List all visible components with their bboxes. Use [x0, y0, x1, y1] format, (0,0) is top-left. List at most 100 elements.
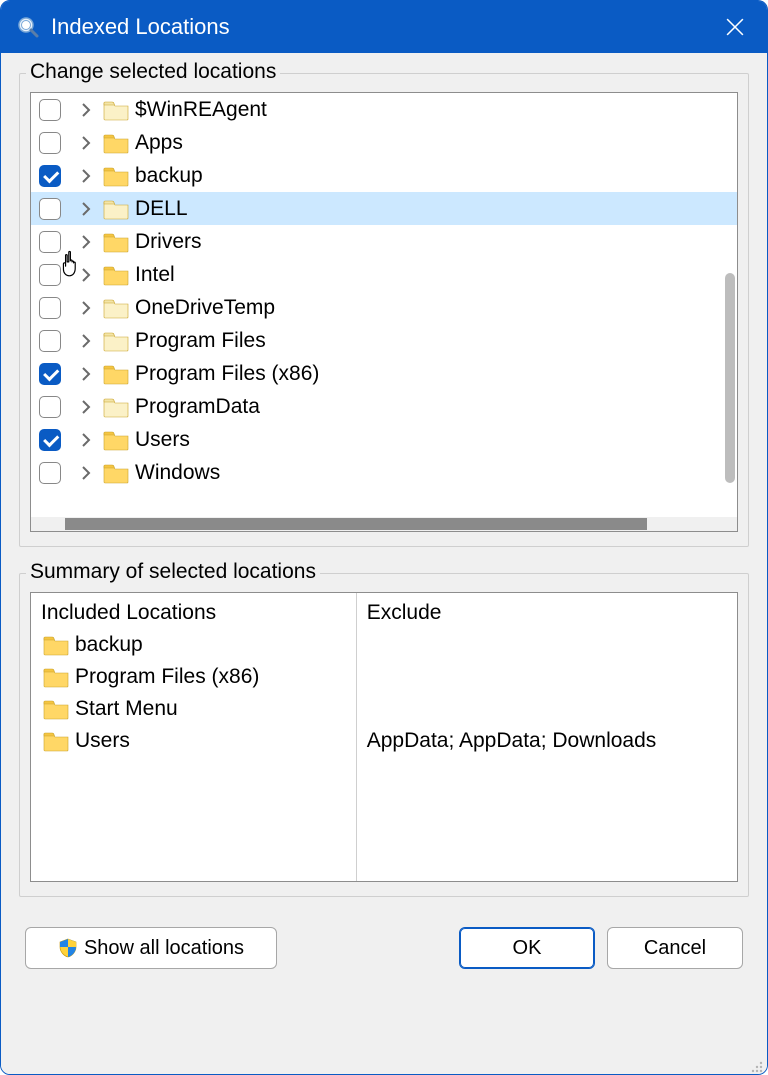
tree-row[interactable]: Intel — [31, 258, 737, 291]
tree-row[interactable]: $WinREAgent — [31, 93, 737, 126]
exclude-location-row[interactable]: AppData; AppData; Downloads — [367, 725, 727, 757]
cancel-button[interactable]: Cancel — [607, 927, 743, 969]
tree-row[interactable]: Drivers — [31, 225, 737, 258]
cancel-label: Cancel — [644, 937, 706, 960]
tree-row[interactable]: Program Files (x86) — [31, 357, 737, 390]
exclude-header: Exclude — [367, 601, 727, 625]
chevron-right-icon[interactable] — [77, 200, 95, 218]
folder-icon — [103, 231, 129, 253]
exclude-location-row[interactable] — [367, 661, 727, 693]
change-locations-group: Change selected locations $WinREAgent Ap… — [19, 73, 749, 547]
tree-row-label: Apps — [135, 131, 183, 155]
change-locations-legend: Change selected locations — [26, 60, 280, 84]
tree-row-label: Users — [135, 428, 190, 452]
horizontal-scrollbar[interactable] — [31, 517, 737, 531]
tree-row[interactable]: Program Files — [31, 324, 737, 357]
locations-tree[interactable]: $WinREAgent Apps backup DELL Drivers Int… — [30, 92, 738, 532]
included-location-label: Program Files (x86) — [75, 665, 259, 689]
tree-row[interactable]: Apps — [31, 126, 737, 159]
folder-icon — [103, 198, 129, 220]
tree-row-label: backup — [135, 164, 203, 188]
dialog-body: Change selected locations $WinREAgent Ap… — [1, 53, 767, 1074]
tree-row-label: Program Files — [135, 329, 266, 353]
exclude-location-label: AppData; AppData; Downloads — [367, 729, 657, 753]
chevron-right-icon[interactable] — [77, 365, 95, 383]
tree-row-checkbox[interactable] — [39, 429, 61, 451]
close-button[interactable] — [713, 1, 757, 53]
included-location-row[interactable]: Program Files (x86) — [41, 661, 346, 693]
tree-row[interactable]: Users — [31, 423, 737, 456]
summary-panel: Included Locations backup Program Files … — [30, 592, 738, 882]
summary-legend: Summary of selected locations — [26, 560, 320, 584]
ok-button[interactable]: OK — [459, 927, 595, 969]
included-location-label: Start Menu — [75, 697, 178, 721]
folder-icon — [103, 429, 129, 451]
tree-row-checkbox[interactable] — [39, 165, 61, 187]
tree-row-label: DELL — [135, 197, 188, 221]
tree-row-checkbox[interactable] — [39, 297, 61, 319]
horizontal-scrollbar-thumb[interactable] — [65, 518, 647, 530]
folder-icon — [43, 698, 69, 720]
summary-group: Summary of selected locations Included L… — [19, 573, 749, 897]
tree-row-checkbox[interactable] — [39, 99, 61, 121]
folder-icon — [103, 396, 129, 418]
chevron-right-icon[interactable] — [77, 134, 95, 152]
resize-grip[interactable] — [749, 1056, 763, 1070]
window-title: Indexed Locations — [51, 14, 713, 40]
tree-row-checkbox[interactable] — [39, 462, 61, 484]
ok-label: OK — [513, 937, 542, 960]
folder-icon — [103, 363, 129, 385]
tree-row-label: Windows — [135, 461, 220, 485]
folder-icon — [43, 730, 69, 752]
indexed-locations-dialog: Indexed Locations Change selected locati… — [0, 0, 768, 1075]
exclude-column: Exclude AppData; AppData; Downloads — [357, 593, 737, 881]
tree-row-checkbox[interactable] — [39, 330, 61, 352]
vertical-scrollbar-thumb[interactable] — [725, 273, 735, 483]
tree-row[interactable]: OneDriveTemp — [31, 291, 737, 324]
tree-row-label: OneDriveTemp — [135, 296, 275, 320]
folder-icon — [103, 165, 129, 187]
exclude-location-row[interactable] — [367, 629, 727, 661]
chevron-right-icon[interactable] — [77, 233, 95, 251]
chevron-right-icon[interactable] — [77, 101, 95, 119]
included-location-label: backup — [75, 633, 143, 657]
tree-row-label: ProgramData — [135, 395, 260, 419]
chevron-right-icon[interactable] — [77, 464, 95, 482]
folder-icon — [103, 264, 129, 286]
tree-row-label: $WinREAgent — [135, 98, 267, 122]
search-index-icon — [15, 14, 41, 40]
folder-icon — [103, 99, 129, 121]
folder-icon — [43, 634, 69, 656]
tree-row-checkbox[interactable] — [39, 231, 61, 253]
tree-row-checkbox[interactable] — [39, 198, 61, 220]
included-location-row[interactable]: Start Menu — [41, 693, 346, 725]
tree-row-label: Drivers — [135, 230, 202, 254]
titlebar: Indexed Locations — [1, 1, 767, 53]
included-column: Included Locations backup Program Files … — [31, 593, 356, 881]
show-all-locations-label: Show all locations — [84, 937, 244, 960]
included-location-row[interactable]: backup — [41, 629, 346, 661]
tree-row-checkbox[interactable] — [39, 396, 61, 418]
chevron-right-icon[interactable] — [77, 299, 95, 317]
chevron-right-icon[interactable] — [77, 266, 95, 284]
folder-icon — [103, 132, 129, 154]
folder-icon — [43, 666, 69, 688]
chevron-right-icon[interactable] — [77, 398, 95, 416]
chevron-right-icon[interactable] — [77, 167, 95, 185]
tree-row[interactable]: ProgramData — [31, 390, 737, 423]
chevron-right-icon[interactable] — [77, 431, 95, 449]
tree-row[interactable]: backup — [31, 159, 737, 192]
tree-row-label: Intel — [135, 263, 175, 287]
folder-icon — [103, 330, 129, 352]
chevron-right-icon[interactable] — [77, 332, 95, 350]
folder-icon — [103, 462, 129, 484]
tree-row-checkbox[interactable] — [39, 132, 61, 154]
tree-row[interactable]: DELL — [31, 192, 737, 225]
exclude-location-row[interactable] — [367, 693, 727, 725]
tree-row-checkbox[interactable] — [39, 264, 61, 286]
tree-row-checkbox[interactable] — [39, 363, 61, 385]
shield-icon — [58, 938, 78, 958]
tree-row[interactable]: Windows — [31, 456, 737, 489]
included-location-row[interactable]: Users — [41, 725, 346, 757]
show-all-locations-button[interactable]: Show all locations — [25, 927, 277, 969]
